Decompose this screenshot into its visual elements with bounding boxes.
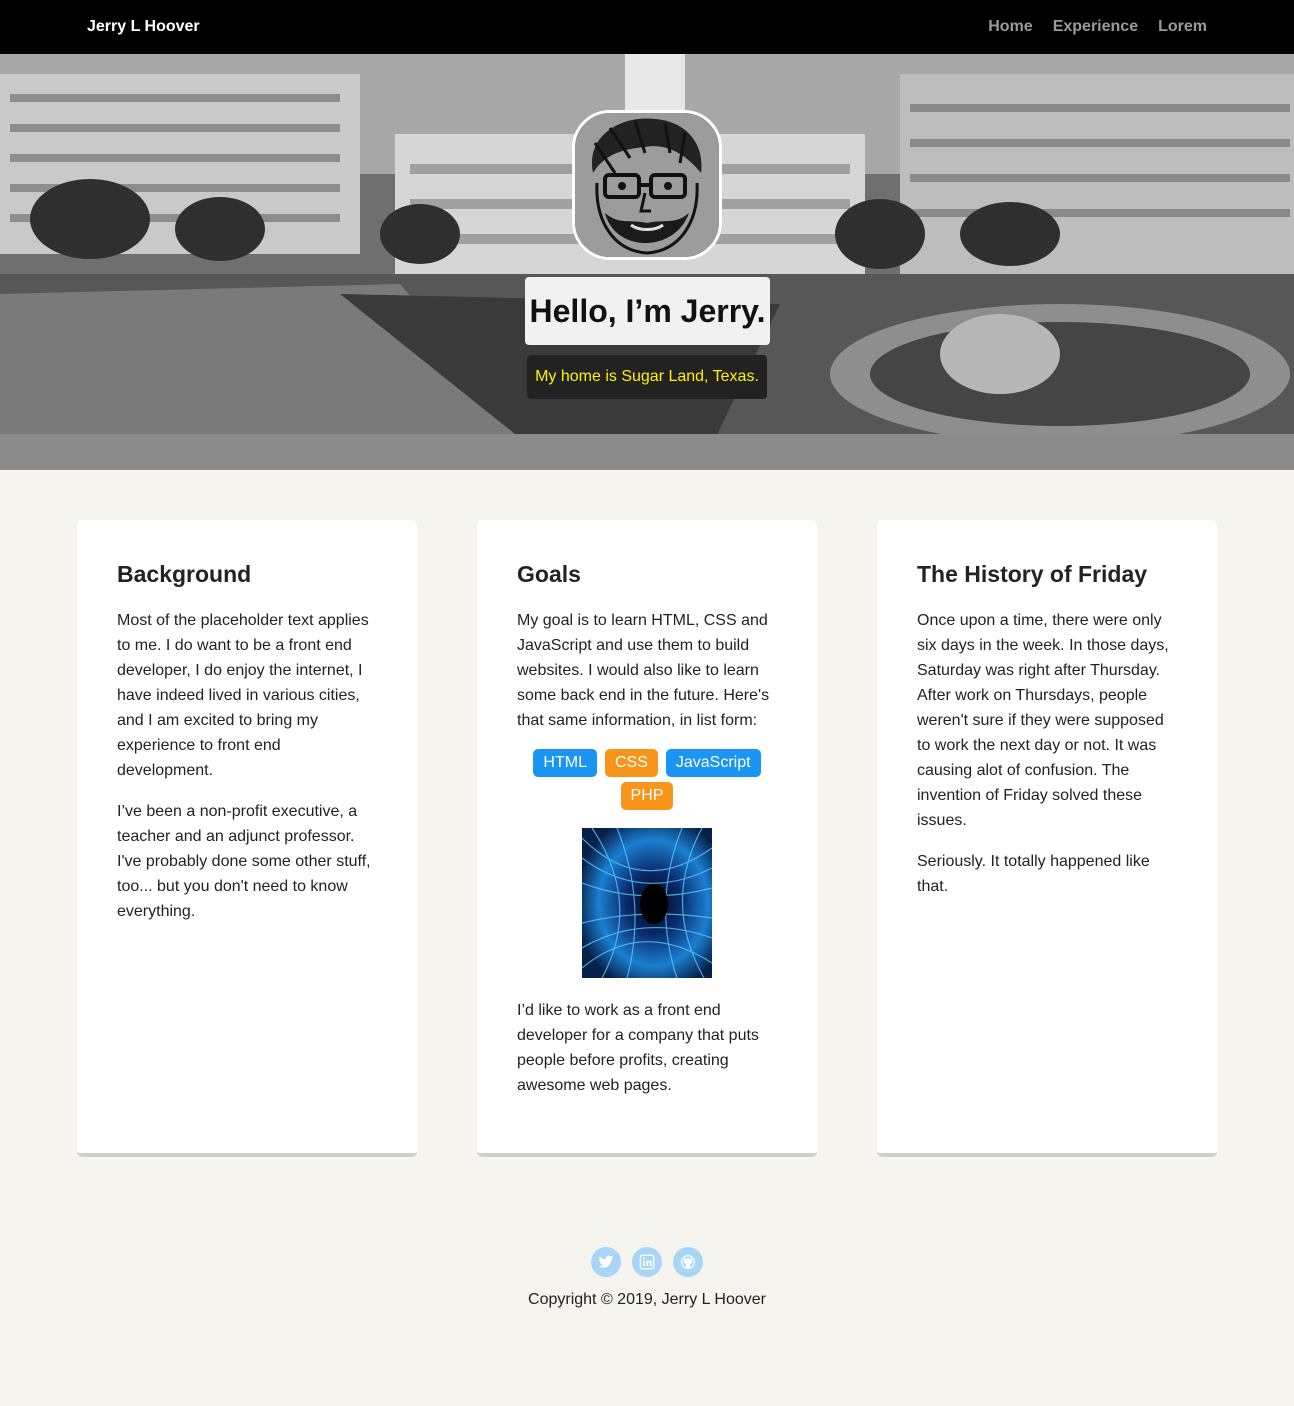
friday-paragraph-2: Seriously. It totally happened like that… [917,853,1150,895]
tag-html: HTML [533,749,597,777]
goals-paragraph-2: I’d like to work as a front end develope… [517,1002,759,1094]
hero-banner: Hello, I’m Jerry. My home is Sugar Land,… [0,54,1294,470]
linkedin-link[interactable] [632,1247,662,1277]
goals-paragraph-1: My goal is to learn HTML, CSS and JavaSc… [517,612,770,729]
background-paragraph-2: I’ve been a non-profit executive, a teac… [117,803,371,920]
background-paragraph-1: Most of the placeholder text applies to … [117,612,369,779]
friday-paragraph-1: Once upon a time, there were only six da… [917,612,1169,829]
social-links [0,1247,1294,1277]
binary-code-image [582,828,712,978]
hero-subtitle: My home is Sugar Land, Texas. [527,355,767,399]
nav-links: Home Experience Lorem [988,18,1207,36]
goals-card: Goals My goal is to learn HTML, CSS and … [477,520,817,1157]
github-icon [681,1255,695,1269]
avatar [572,110,722,260]
background-card: Background Most of the placeholder text … [77,520,417,1157]
linkedin-icon [639,1254,655,1270]
goals-card-title: Goals [517,561,581,587]
history-of-friday-card: The History of Friday Once upon a time, … [877,520,1217,1157]
top-navbar: Jerry L Hoover Home Experience Lorem [0,0,1294,54]
twitter-icon [598,1255,614,1268]
skill-tags: HTML CSS JavaScript PHP [517,749,777,810]
twitter-link[interactable] [591,1247,621,1277]
github-link[interactable] [673,1247,703,1277]
background-card-title: Background [117,561,252,587]
nav-home-link[interactable]: Home [988,18,1032,36]
copyright-text: Copyright © 2019, Jerry L Hoover [528,1291,766,1308]
tag-javascript: JavaScript [665,749,761,777]
brand-link[interactable]: Jerry L Hoover [87,18,200,36]
friday-card-title: The History of Friday [917,561,1148,587]
avatar-sketch-image [575,113,719,257]
tag-php: PHP [620,782,674,810]
tag-css: CSS [604,749,658,777]
hero-title: Hello, I’m Jerry. [525,277,770,345]
nav-experience-link[interactable]: Experience [1053,18,1138,36]
nav-lorem-link[interactable]: Lorem [1158,18,1207,36]
